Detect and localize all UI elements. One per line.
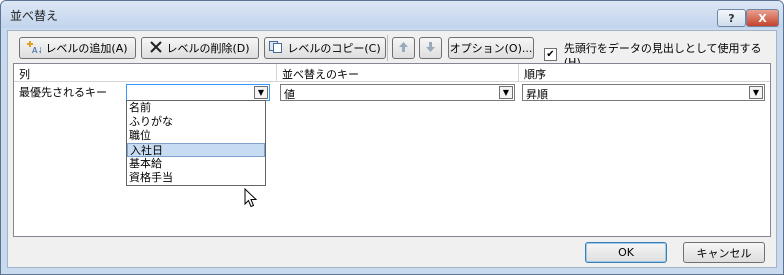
options-label: オプション(O)... (449, 42, 533, 55)
copy-level-button[interactable]: レベルのコピー(C) (264, 37, 386, 59)
help-icon: ? (728, 11, 735, 25)
delete-level-label: レベルの削除(D) (166, 42, 250, 55)
dropdown-option[interactable]: 名前 (127, 101, 265, 115)
chevron-down-icon[interactable]: ▼ (749, 86, 763, 99)
column-header-column: 列 (19, 68, 30, 81)
grid-header: 列 並べ替えのキー 順序 (14, 64, 770, 82)
add-level-icon: A↓ (27, 40, 45, 57)
sort-levels-grid: 列 並べ替えのキー 順序 最優先されるキー ▼ 値 ▼ 昇順 ▼ 名前 ふりがな… (13, 63, 771, 237)
header-divider (276, 64, 277, 81)
sort-key-select[interactable]: 値 ▼ (280, 84, 515, 101)
ok-button[interactable]: OK (585, 242, 667, 263)
close-icon: X (758, 11, 767, 25)
column-select[interactable]: ▼ (126, 84, 270, 101)
delete-x-icon (150, 40, 163, 56)
add-level-label: レベルの追加(A) (45, 42, 128, 55)
svg-text:A↓: A↓ (32, 46, 41, 54)
dialog-body: A↓ レベルの追加(A) レベルの削除(D) レベルのコピー(C) (7, 30, 777, 268)
dropdown-option[interactable]: 職位 (127, 129, 265, 143)
column-header-sort-key: 並べ替えのキー (282, 68, 359, 81)
dropdown-option[interactable]: 資格手当 (127, 171, 265, 185)
options-button[interactable]: オプション(O)... (448, 37, 534, 59)
dropdown-option-selected[interactable]: 入社日 (127, 143, 265, 157)
add-level-button[interactable]: A↓ レベルの追加(A) (19, 37, 136, 59)
column-dropdown-list: 名前 ふりがな 職位 入社日 基本給 資格手当 (126, 100, 266, 186)
chevron-down-icon[interactable]: ▼ (499, 86, 513, 99)
dialog-title: 並べ替え (10, 9, 59, 23)
ok-label: OK (618, 246, 634, 259)
cancel-button[interactable]: キャンセル (683, 242, 765, 263)
arrow-down-icon (426, 41, 435, 55)
move-down-button[interactable] (419, 37, 442, 59)
help-button[interactable]: ? (717, 9, 746, 27)
sort-key-value: 値 (284, 88, 295, 101)
toolbar: A↓ レベルの追加(A) レベルの削除(D) レベルのコピー(C) (8, 31, 776, 69)
cancel-label: キャンセル (696, 246, 752, 260)
dropdown-option[interactable]: 基本給 (127, 157, 265, 171)
dropdown-option[interactable]: ふりがな (127, 115, 265, 129)
chevron-down-icon[interactable]: ▼ (254, 86, 268, 99)
order-value: 昇順 (526, 88, 548, 101)
checkbox-box[interactable]: ✔ (544, 48, 557, 61)
toolbar-divider (387, 35, 388, 61)
copy-icon (269, 40, 283, 56)
mouse-pointer-icon (244, 187, 258, 211)
title-bar: 並べ替え ? X (1, 1, 783, 28)
delete-level-button[interactable]: レベルの削除(D) (141, 37, 259, 59)
move-up-button[interactable] (392, 37, 415, 59)
header-divider (518, 64, 519, 81)
copy-level-label: レベルのコピー(C) (287, 42, 381, 55)
sort-dialog: 並べ替え ? X A↓ レベルの追加(A) レベルの削除(D) レベル (0, 0, 784, 275)
order-select[interactable]: 昇順 ▼ (522, 84, 765, 101)
checkmark-icon: ✔ (546, 49, 555, 60)
primary-key-label: 最優先されるキー (19, 86, 107, 99)
arrow-up-icon (399, 41, 408, 55)
close-button[interactable]: X (746, 9, 779, 27)
column-header-order: 順序 (524, 68, 546, 81)
